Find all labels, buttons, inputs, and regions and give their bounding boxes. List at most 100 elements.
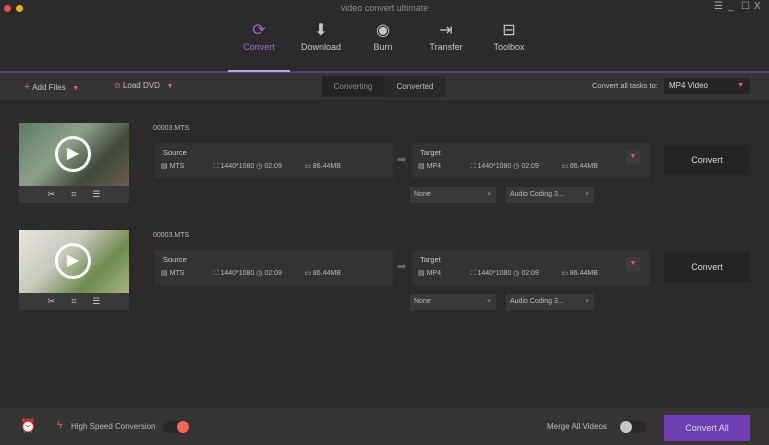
nav-label: Convert [243, 42, 275, 52]
resolution-icon: ⛶ [470, 163, 476, 170]
lightning-icon: ϟ [57, 420, 63, 431]
output-format-select[interactable]: MP4 Video ▼ [664, 78, 750, 94]
caret-down-icon: ▾ [487, 298, 491, 305]
source-info: Source ▤ MTS ⛶ 1440*1080 ◷ 02:09 ▭ 86.44MB [155, 250, 393, 285]
burn-icon: ◉ [376, 22, 390, 39]
close-button[interactable]: X [754, 1, 761, 12]
convert-button[interactable]: Convert [664, 145, 750, 175]
file-size: 86.44MB [312, 163, 341, 170]
duration: 02:09 [264, 270, 282, 277]
subtitle-value: None [414, 298, 431, 305]
subtitle-select[interactable]: None ▾ [410, 187, 496, 203]
target-info[interactable]: Target ▤ MP4 ⛶ 1440*1080 ◷ 02:09 ▭ 86.44MB ▼ [412, 143, 650, 178]
target-format-dropdown-icon[interactable]: ▼ [626, 257, 640, 271]
file-name: 00003.MTS [153, 232, 190, 239]
caret-down-icon[interactable]: ▼ [72, 85, 79, 92]
nav-label: Transfer [429, 42, 463, 52]
nav-toolbox[interactable]: ⊟ Toolbox [479, 20, 539, 52]
tab-converted[interactable]: Converted [384, 76, 446, 97]
file-name: 00003.MTS [153, 125, 190, 132]
menu-icon[interactable]: ☰ [714, 1, 723, 12]
format: MTS [169, 163, 185, 170]
high-speed-label: High Speed Conversion [71, 422, 156, 431]
nav-convert[interactable]: ⟳ Convert [229, 20, 289, 52]
toggle-knob [620, 421, 632, 433]
duration: 02:09 [521, 163, 539, 170]
window-title: video convert ultimate [340, 3, 429, 13]
convert-icon: ⟳ [252, 22, 266, 39]
target-format-dropdown-icon[interactable]: ▼ [626, 150, 640, 164]
settings-sliders-icon[interactable]: ☰ [92, 293, 100, 310]
transfer-icon: ⇥ [439, 22, 453, 39]
video-thumbnail[interactable]: ▶ [19, 230, 129, 293]
caret-down-icon: ▾ [487, 191, 491, 198]
duration: 02:09 [264, 163, 282, 170]
folder-icon: ▭ [561, 163, 568, 170]
nav-burn[interactable]: ◉ Burn [353, 20, 413, 52]
scissors-icon[interactable]: ✂ [48, 186, 56, 203]
target-label: Target [420, 255, 441, 264]
edit-tools: ✂ ⌗ ☰ [19, 293, 129, 310]
arrow-right-icon: ➡ [397, 154, 407, 166]
resolution-icon: ⛶ [213, 270, 219, 277]
folder-icon: ▭ [561, 270, 568, 277]
folder-icon: ▭ [304, 270, 311, 277]
download-icon: ⬇ [314, 22, 328, 39]
subtitle-value: None [414, 191, 431, 198]
edit-tools: ✂ ⌗ ☰ [19, 186, 129, 203]
tab-converting[interactable]: Converting [322, 76, 384, 97]
settings-sliders-icon[interactable]: ☰ [92, 186, 100, 203]
clock-icon: ◷ [513, 270, 520, 277]
add-files-button[interactable]: + Add Files ▼ [24, 81, 79, 93]
film-icon: ▤ [418, 163, 425, 170]
subtitle-select[interactable]: None ▾ [410, 294, 496, 310]
caret-down-icon: ▾ [585, 191, 589, 198]
merge-toggle[interactable] [620, 421, 646, 433]
task-row: ▶ ✂ ⌗ ☰ 00003.MTS Source ▤ MTS ⛶ 1440*1080 ◷… [19, 222, 751, 312]
play-icon[interactable]: ▶ [55, 243, 91, 279]
dvd-icon: ⊙ [114, 81, 121, 90]
nav-label: Download [300, 42, 342, 52]
caret-down-icon[interactable]: ▼ [167, 83, 174, 90]
high-speed-toggle[interactable] [163, 421, 189, 433]
minimize-button[interactable]: _ [728, 1, 734, 12]
video-thumbnail[interactable]: ▶ [19, 123, 129, 186]
load-dvd-button[interactable]: ⊙ Load DVD ▼ [114, 81, 173, 90]
nav-download[interactable]: ⬇ Download [291, 20, 351, 52]
file-size: 86.44MB [569, 270, 598, 277]
toolbar: + Add Files ▼ ⊙ Load DVD ▼ Converting Co… [0, 73, 769, 100]
resolution: 1440*1080 [220, 270, 255, 277]
audio-track-select[interactable]: Audio Coding 3... ▾ [506, 294, 594, 310]
film-icon: ▤ [161, 163, 168, 170]
audio-value: Audio Coding 3... [510, 298, 564, 305]
play-icon[interactable]: ▶ [55, 136, 91, 172]
resolution: 1440*1080 [220, 163, 255, 170]
resolution-icon: ⛶ [470, 270, 476, 277]
nav-label: Burn [373, 42, 393, 52]
format: MP4 [426, 163, 441, 170]
film-icon: ▤ [161, 270, 168, 277]
clock-icon: ◷ [256, 270, 263, 277]
maximize-button[interactable]: ☐ [741, 1, 750, 12]
audio-track-select[interactable]: Audio Coding 3... ▾ [506, 187, 594, 203]
source-label: Source [163, 148, 187, 157]
toggle-knob [177, 421, 189, 433]
crop-icon[interactable]: ⌗ [71, 293, 76, 310]
format: MP4 [426, 270, 441, 277]
scissors-icon[interactable]: ✂ [48, 293, 56, 310]
bottom-bar: ⏰ ϟ High Speed Conversion Merge All Vide… [0, 408, 769, 445]
convert-button[interactable]: Convert [664, 252, 750, 282]
nav-transfer[interactable]: ⇥ Transfer [416, 20, 476, 52]
convert-all-button[interactable]: Convert All [664, 415, 750, 441]
crop-icon[interactable]: ⌗ [71, 186, 76, 203]
caret-down-icon: ▼ [737, 82, 744, 89]
alarm-icon[interactable]: ⏰ [20, 418, 36, 434]
task-row: ▶ ✂ ⌗ ☰ 00003.MTS Source ▤ MTS ⛶ 1440*1080 ◷… [19, 115, 751, 205]
target-info[interactable]: Target ▤ MP4 ⛶ 1440*1080 ◷ 02:09 ▭ 86.44MB ▼ [412, 250, 650, 285]
file-size: 86.44MB [312, 270, 341, 277]
resolution: 1440*1080 [477, 163, 512, 170]
convert-all-label: Convert all tasks to: [592, 81, 658, 90]
load-dvd-label: Load DVD [122, 81, 160, 90]
format: MTS [169, 270, 185, 277]
resolution-icon: ⛶ [213, 163, 219, 170]
